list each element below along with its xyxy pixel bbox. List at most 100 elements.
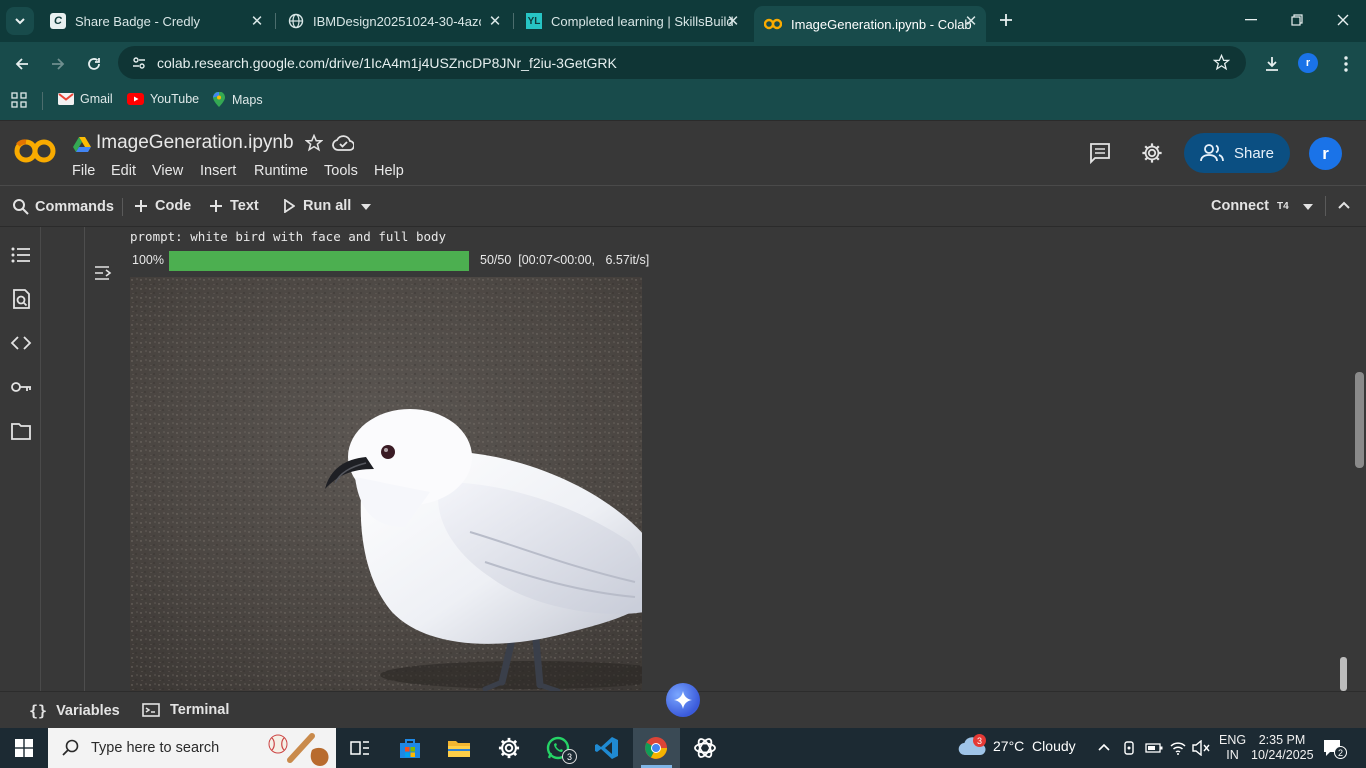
- close-tab-icon[interactable]: ✕: [724, 12, 742, 30]
- tab-colab[interactable]: ImageGeneration.ipynb - Colab ✕: [754, 6, 986, 42]
- battery-icon[interactable]: [1145, 743, 1163, 753]
- menu-runtime[interactable]: Runtime: [254, 163, 308, 179]
- chrome-app[interactable]: [633, 728, 680, 768]
- table-of-contents-icon[interactable]: [10, 244, 32, 266]
- task-view-button[interactable]: [346, 734, 374, 762]
- menu-help[interactable]: Help: [374, 163, 404, 179]
- whatsapp-app[interactable]: 3: [544, 734, 577, 764]
- forward-button[interactable]: [44, 50, 72, 78]
- vscode-icon: [595, 737, 618, 759]
- notification-center-button[interactable]: 2: [1322, 738, 1347, 759]
- meet-now-icon[interactable]: [1122, 740, 1136, 756]
- wifi-icon[interactable]: [1170, 740, 1186, 756]
- share-button[interactable]: Share: [1184, 133, 1290, 173]
- chevron-up-icon[interactable]: [1338, 201, 1350, 209]
- site-info-icon[interactable]: [131, 55, 147, 71]
- run-all-button[interactable]: Run all: [283, 198, 351, 214]
- gemini-button[interactable]: [666, 683, 700, 717]
- start-button[interactable]: [10, 734, 38, 762]
- cloud-saved-icon[interactable]: [332, 135, 354, 151]
- play-icon: [284, 199, 295, 213]
- bookmark-maps[interactable]: Maps: [212, 92, 263, 108]
- commands-button[interactable]: Commands: [12, 198, 114, 215]
- plus-icon: [210, 200, 222, 212]
- more-vert-icon: [1344, 56, 1348, 72]
- menu-edit[interactable]: Edit: [111, 163, 136, 179]
- settings-app[interactable]: [495, 734, 523, 762]
- maps-icon: [213, 92, 225, 107]
- clock-time: 2:35 PM: [1258, 733, 1306, 747]
- bookmark-gmail[interactable]: Gmail: [58, 92, 113, 106]
- menu-file[interactable]: File: [72, 163, 95, 179]
- close-window-button[interactable]: [1320, 0, 1366, 40]
- user-avatar[interactable]: r: [1309, 137, 1342, 170]
- comment-icon[interactable]: [1089, 142, 1111, 164]
- profile-avatar[interactable]: r: [1298, 53, 1318, 73]
- store-app[interactable]: [396, 734, 424, 762]
- terminal-label: Terminal: [170, 702, 230, 718]
- notebook-title[interactable]: ImageGeneration.ipynb: [96, 132, 294, 154]
- add-text-button[interactable]: Text: [209, 198, 259, 214]
- tab-search-button[interactable]: [6, 7, 34, 35]
- restore-button[interactable]: [1274, 0, 1320, 40]
- progress-bar-fill: [169, 251, 469, 271]
- terminal-button[interactable]: Terminal: [142, 702, 229, 718]
- back-button[interactable]: [8, 50, 36, 78]
- close-tab-icon[interactable]: ✕: [248, 12, 266, 30]
- downloads-button[interactable]: [1258, 50, 1286, 78]
- bookmark-star-icon[interactable]: [1213, 54, 1230, 71]
- volume-muted-icon[interactable]: [1192, 740, 1210, 756]
- connect-button[interactable]: Connect T4: [1211, 198, 1289, 214]
- clock-date: 10/24/2025: [1251, 748, 1314, 762]
- tab-title: Completed learning | SkillsBuild: [551, 13, 734, 29]
- file-explorer-app[interactable]: [445, 734, 473, 762]
- secrets-key-icon[interactable]: [10, 376, 32, 398]
- find-icon[interactable]: [10, 288, 32, 310]
- url-text: colab.research.google.com/drive/1IcA4m1j…: [157, 55, 617, 71]
- code-snippets-icon[interactable]: [10, 332, 32, 354]
- close-tab-icon[interactable]: ✕: [486, 12, 504, 30]
- caret-down-icon[interactable]: [361, 204, 371, 210]
- variables-button[interactable]: {} Variables: [29, 702, 120, 720]
- apps-button[interactable]: [11, 92, 27, 108]
- side-rail: [0, 227, 41, 691]
- clock[interactable]: 2:35 PM 10/24/2025: [1251, 733, 1314, 763]
- star-icon[interactable]: [305, 134, 323, 152]
- bookmark-youtube[interactable]: YouTube: [127, 92, 199, 106]
- sparkle-icon: [674, 691, 692, 709]
- browser-menu-button[interactable]: [1332, 50, 1360, 78]
- new-tab-button[interactable]: [994, 8, 1018, 32]
- tab-skillsbuild[interactable]: YL Completed learning | SkillsBuild ✕: [516, 6, 748, 36]
- close-tab-icon[interactable]: ✕: [962, 12, 980, 30]
- taskbar-search[interactable]: Type here to search: [48, 728, 336, 768]
- menu-tools[interactable]: Tools: [324, 163, 358, 179]
- tab-ibmdesign[interactable]: IBMDesign20251024-30-4azo2 ✕: [278, 6, 510, 36]
- weather-widget[interactable]: 3 27°C Cloudy: [958, 734, 1076, 756]
- files-folder-icon[interactable]: [10, 420, 32, 442]
- download-icon: [1266, 57, 1278, 71]
- baseball-doodle-icon: [268, 733, 329, 766]
- language-indicator[interactable]: ENG IN: [1219, 733, 1246, 763]
- output-scrollbar[interactable]: [1340, 657, 1347, 691]
- add-code-button[interactable]: Code: [134, 198, 191, 214]
- output-actions-icon[interactable]: [94, 264, 114, 282]
- caret-down-icon[interactable]: [1303, 204, 1313, 210]
- chatgpt-app[interactable]: [691, 734, 719, 762]
- tab-credly[interactable]: C Share Badge - Credly ✕: [40, 6, 272, 36]
- browser-toolbar: colab.research.google.com/drive/1IcA4m1j…: [0, 42, 1366, 84]
- menu-view[interactable]: View: [152, 163, 183, 179]
- bookmark-label: YouTube: [150, 92, 200, 106]
- menu-insert[interactable]: Insert: [200, 163, 236, 179]
- chevron-up-icon[interactable]: [1098, 743, 1110, 751]
- minimize-button[interactable]: [1228, 0, 1274, 40]
- notebook-scrollbar[interactable]: [1355, 372, 1364, 468]
- colab-logo[interactable]: [14, 137, 56, 165]
- restore-icon: [1291, 14, 1303, 26]
- code-label: Code: [155, 198, 192, 214]
- reload-button[interactable]: [80, 50, 108, 78]
- vscode-app[interactable]: [593, 734, 621, 762]
- settings-gear-icon[interactable]: [1141, 142, 1163, 164]
- address-bar[interactable]: colab.research.google.com/drive/1IcA4m1j…: [118, 46, 1246, 79]
- search-placeholder: Type here to search: [91, 740, 220, 756]
- folder-icon: [448, 741, 470, 757]
